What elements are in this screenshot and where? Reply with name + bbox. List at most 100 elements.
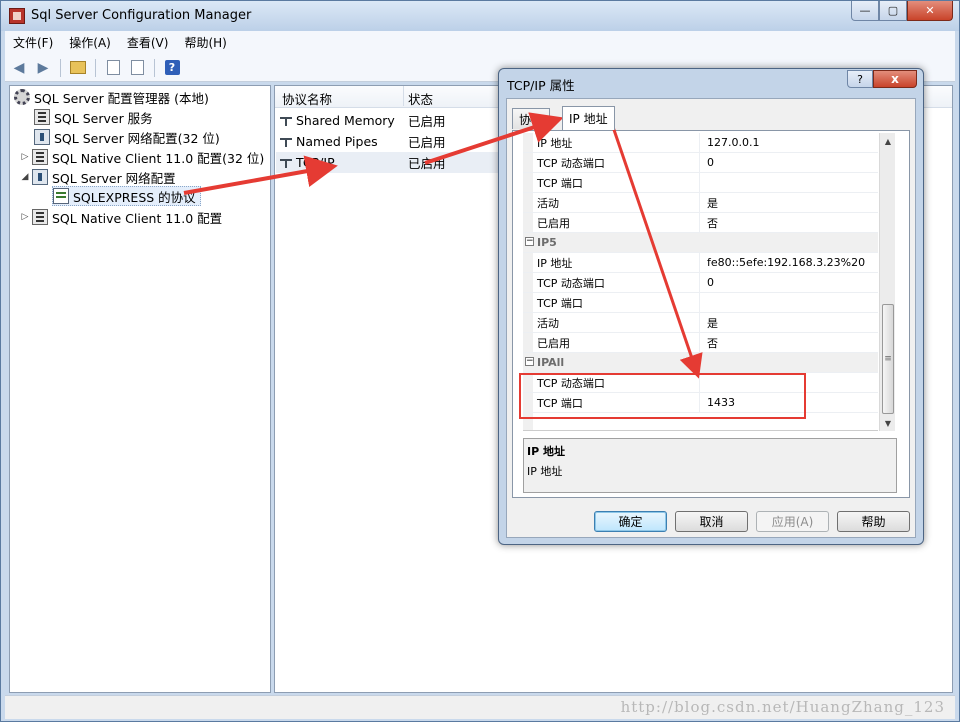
- collapse-arrow-icon[interactable]: ◢: [20, 172, 30, 182]
- tree-item-sqlexpress-protocols[interactable]: SQLEXPRESS 的协议: [52, 186, 201, 206]
- maximize-button[interactable]: ▢: [879, 1, 907, 21]
- column-status[interactable]: 状态: [403, 86, 433, 107]
- tree-item-sql-services[interactable]: SQL Server 服务: [34, 107, 153, 127]
- protocol-name: Shared Memory: [296, 113, 395, 128]
- tree-item-label: SQL Server 网络配置(32 位): [54, 130, 220, 146]
- grid-divider: [699, 253, 700, 273]
- protocol-name: TCP/IP: [296, 155, 335, 170]
- properties-button[interactable]: [103, 58, 123, 78]
- grid-key: 活动: [537, 316, 559, 330]
- tab-ip-addresses[interactable]: IP 地址: [562, 106, 615, 130]
- up-folder-button[interactable]: [68, 58, 88, 78]
- collapse-icon[interactable]: −: [525, 237, 534, 246]
- grid-value[interactable]: 0: [707, 156, 714, 169]
- list-item[interactable]: Shared Memory 已启用: [276, 110, 502, 131]
- menu-file[interactable]: 文件(F): [5, 34, 61, 51]
- close-icon: x: [891, 72, 899, 86]
- grid-row[interactable]: IP 地址 127.0.0.1: [523, 133, 878, 153]
- export-button[interactable]: [127, 58, 147, 78]
- tree-item-label: SQL Native Client 11.0 配置(32 位): [52, 150, 265, 166]
- grid-value[interactable]: 是: [707, 195, 718, 211]
- tree-item-network[interactable]: ◢ SQL Server 网络配置: [20, 167, 176, 187]
- grid-row[interactable]: TCP 端口: [523, 293, 878, 313]
- grid-divider: [699, 313, 700, 333]
- network-icon: [34, 129, 50, 145]
- question-icon: ?: [857, 72, 863, 86]
- grid-divider: [699, 193, 700, 213]
- export-list-icon: [130, 60, 144, 75]
- description-panel: IP 地址 IP 地址: [523, 438, 897, 493]
- grid-category[interactable]: − IP5: [523, 233, 878, 253]
- tree-item-network-32[interactable]: SQL Server 网络配置(32 位): [34, 127, 220, 147]
- grid-divider: [699, 293, 700, 313]
- protocol-status: 已启用: [408, 156, 446, 171]
- grid-value[interactable]: 否: [707, 335, 718, 351]
- folder-up-icon: [70, 61, 86, 74]
- menu-bar: 文件(F) 操作(A) 查看(V) 帮助(H): [5, 31, 955, 54]
- grid-row[interactable]: 已启用 否: [523, 333, 878, 353]
- collapse-icon[interactable]: −: [525, 357, 534, 366]
- tree-item-label: SQL Server 服务: [54, 110, 153, 126]
- cancel-button[interactable]: 取消: [675, 511, 748, 532]
- grid-key: IP5: [537, 236, 557, 249]
- grid-key: TCP 动态端口: [537, 276, 605, 290]
- grid-row[interactable]: TCP 端口: [523, 173, 878, 193]
- apply-button[interactable]: 应用(A): [756, 511, 829, 532]
- list-item[interactable]: TCP/IP 已启用: [276, 152, 502, 173]
- scroll-up-icon[interactable]: ▲: [880, 133, 896, 149]
- column-protocol-name[interactable]: 协议名称: [282, 89, 332, 108]
- grid-row[interactable]: 活动 是: [523, 313, 878, 333]
- server-icon: [34, 109, 50, 125]
- grid-row[interactable]: IP 地址 fe80::5efe:192.168.3.23%20: [523, 253, 878, 273]
- minimize-button[interactable]: —: [851, 1, 879, 21]
- grid-value[interactable]: 127.0.0.1: [707, 136, 759, 149]
- grid-row[interactable]: 已启用 否: [523, 213, 878, 233]
- tree-root[interactable]: SQL Server 配置管理器 (本地): [14, 87, 209, 107]
- grid-value[interactable]: 0: [707, 276, 714, 289]
- watermark: http://blog.csdn.net/HuangZhang_123: [620, 698, 945, 716]
- grid-row[interactable]: TCP 动态端口 0: [523, 153, 878, 173]
- help-toolbar-button[interactable]: ?: [162, 58, 182, 78]
- grid-key: TCP 端口: [537, 176, 583, 190]
- tree-item-label: SQL Server 网络配置: [52, 170, 176, 186]
- config-manager-icon: [14, 89, 30, 105]
- expand-arrow-icon[interactable]: ▷: [20, 212, 30, 222]
- grid-value[interactable]: 否: [707, 215, 718, 231]
- scroll-down-icon[interactable]: ▼: [880, 415, 896, 431]
- dialog-close-button[interactable]: x: [873, 70, 917, 88]
- grid-value[interactable]: 是: [707, 315, 718, 331]
- grid-divider: [699, 153, 700, 173]
- grid-row[interactable]: 活动 是: [523, 193, 878, 213]
- grid-category[interactable]: − IPAll: [523, 353, 878, 373]
- grid-key: TCP 端口: [537, 296, 583, 310]
- grid-divider: [699, 213, 700, 233]
- protocol-icon: [280, 157, 294, 169]
- client-icon: [32, 209, 48, 225]
- menu-action[interactable]: 操作(A): [61, 34, 119, 51]
- expand-arrow-icon[interactable]: ▷: [20, 152, 30, 162]
- close-button[interactable]: ✕: [907, 1, 953, 21]
- tree-root-label: SQL Server 配置管理器 (本地): [34, 90, 209, 106]
- grid-divider: [699, 173, 700, 193]
- grid-key: 活动: [537, 196, 559, 210]
- grid-value[interactable]: fe80::5efe:192.168.3.23%20: [707, 256, 865, 269]
- dialog-caption-buttons: ? x: [847, 70, 917, 88]
- forward-button[interactable]: ▶: [33, 58, 53, 78]
- tree-item-native-client[interactable]: ▷ SQL Native Client 11.0 配置: [20, 207, 222, 227]
- grid-row[interactable]: TCP 动态端口 0: [523, 273, 878, 293]
- close-icon: ✕: [925, 4, 935, 17]
- back-button[interactable]: ◀: [9, 58, 29, 78]
- grid-scrollbar[interactable]: ▲ ≡ ▼: [879, 133, 895, 431]
- network-icon: [32, 169, 48, 185]
- tab-protocol[interactable]: 协议: [512, 108, 551, 129]
- help-button[interactable]: 帮助: [837, 511, 910, 532]
- menu-view[interactable]: 查看(V): [119, 34, 177, 51]
- tree-item-native-client-32[interactable]: ▷ SQL Native Client 11.0 配置(32 位): [20, 147, 264, 167]
- ok-button[interactable]: 确定: [594, 511, 667, 532]
- description-title: IP 地址: [527, 445, 565, 458]
- scroll-thumb[interactable]: ≡: [882, 304, 894, 414]
- dialog-help-button[interactable]: ?: [847, 70, 873, 88]
- list-item[interactable]: Named Pipes 已启用: [276, 131, 502, 152]
- menu-help[interactable]: 帮助(H): [176, 34, 234, 51]
- toolbar-separator: [95, 58, 96, 77]
